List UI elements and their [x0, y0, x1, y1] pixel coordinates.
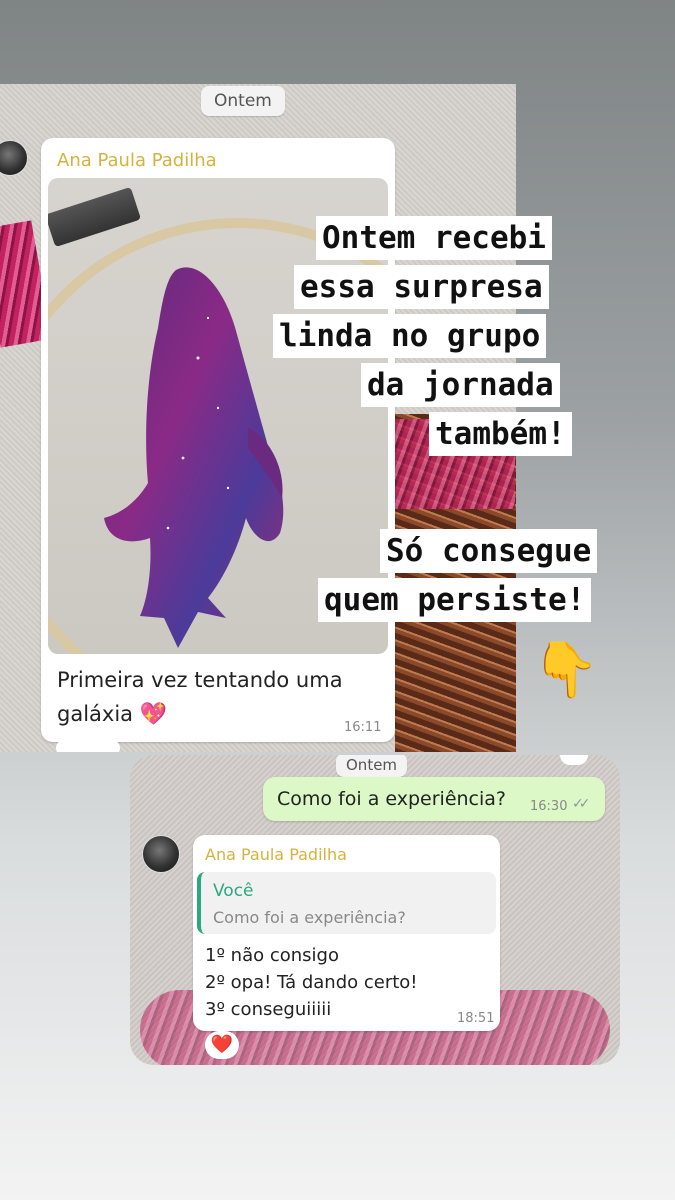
avatar[interactable]	[0, 140, 28, 176]
caption-line-2: galáxia 💖	[57, 702, 167, 727]
overlay-text-line: da jornada	[361, 363, 560, 407]
caption-text: galáxia	[57, 702, 134, 726]
reaction-badge[interactable]	[56, 740, 120, 752]
message-line-2: 2º opa! Tá dando certo!	[205, 972, 418, 993]
sender-name[interactable]: Ana Paula Padilha	[57, 150, 217, 171]
caption-line-1: Primeira vez tentando uma	[57, 668, 343, 692]
overlay-text-line: Só consegue	[380, 529, 598, 573]
overlay-text-line: essa surpresa	[294, 265, 549, 309]
quoted-author: Você	[213, 881, 254, 901]
double-check-icon: ✓✓	[572, 796, 591, 812]
overlay-text-line: Ontem recebi	[316, 216, 552, 260]
chat-screenshot-bottom: Ontem Como foi a experiência? 16:30 ✓✓ A…	[130, 755, 620, 1065]
outgoing-message-bubble[interactable]: Como foi a experiência? 16:30 ✓✓	[263, 777, 605, 821]
avatar[interactable]	[142, 835, 180, 873]
message-bubble-reply[interactable]: Ana Paula Padilha Você Como foi a experi…	[193, 835, 500, 1031]
message-line-1: 1º não consigo	[205, 945, 339, 966]
quoted-text: Como foi a experiência?	[213, 908, 406, 927]
heart-reaction-icon[interactable]: ❤️	[205, 1031, 239, 1059]
reaction-badge[interactable]	[560, 755, 588, 765]
message-time: 16:11	[344, 720, 382, 735]
date-chip: Ontem	[336, 755, 408, 777]
message-time: 18:51	[457, 1011, 495, 1026]
quoted-message[interactable]: Você Como foi a experiência?	[197, 872, 496, 934]
overlay-text-line: quem persiste!	[318, 578, 592, 622]
message-time: 16:30	[530, 799, 568, 814]
overlay-text-line: linda no grupo	[273, 314, 547, 358]
overlay-text-line: também!	[429, 412, 572, 456]
pointing-down-icon: 👇	[532, 638, 600, 701]
sender-name[interactable]: Ana Paula Padilha	[205, 845, 347, 864]
message-line-3: 3º conseguiiiii	[205, 999, 332, 1020]
date-chip: Ontem	[201, 86, 285, 116]
outgoing-message-text: Como foi a experiência?	[277, 788, 507, 810]
sparkling-heart-icon: 💖	[139, 702, 168, 727]
